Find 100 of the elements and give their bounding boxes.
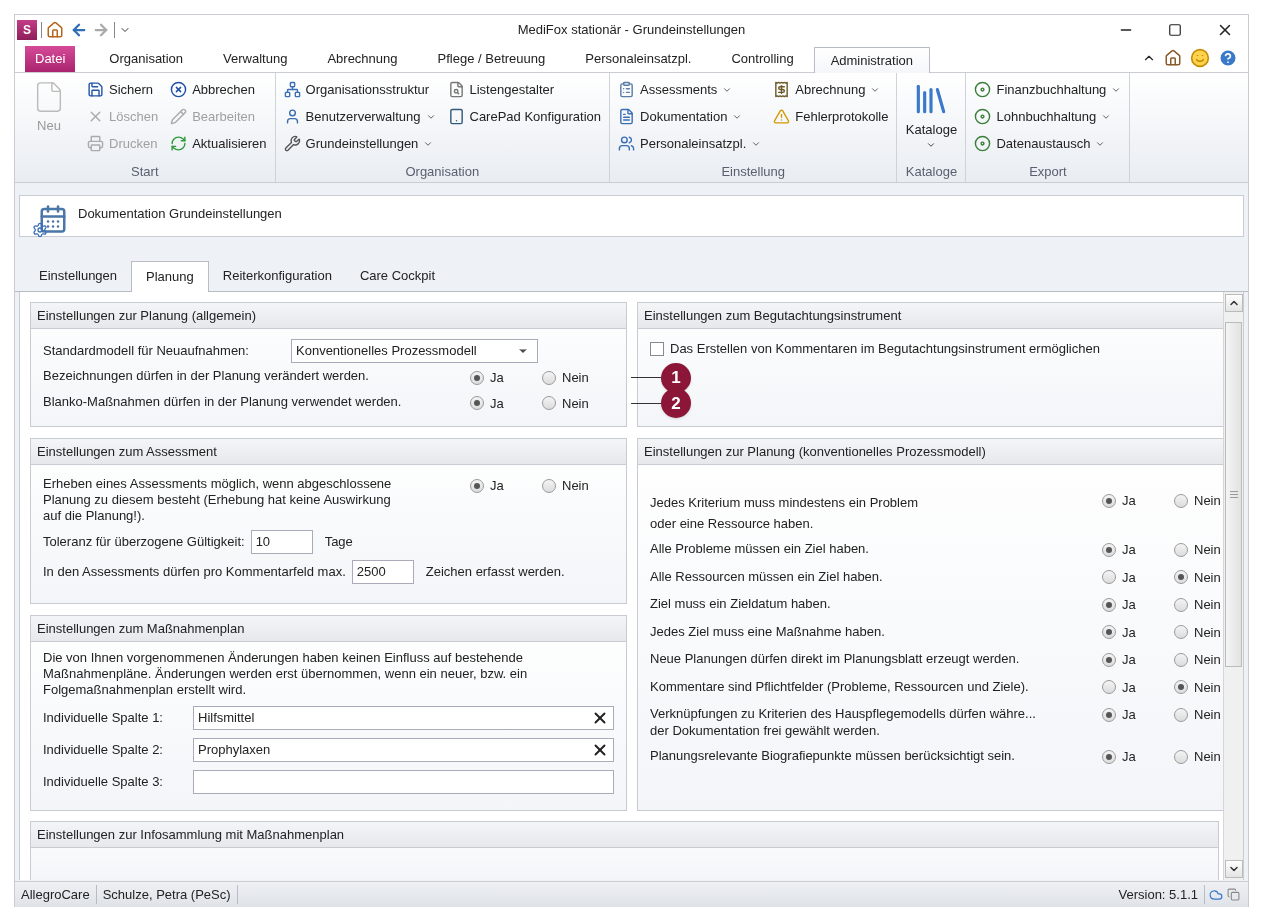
cloud-icon[interactable]: [1209, 887, 1223, 902]
option-label: Ja: [1122, 623, 1136, 642]
home-filter-icon[interactable]: [1164, 49, 1182, 67]
radio-button[interactable]: [1174, 680, 1188, 695]
number-field[interactable]: 10: [250, 530, 313, 554]
radio-button[interactable]: [542, 478, 556, 493]
ribbon-button[interactable]: Finanzbuchhaltung: [972, 76, 1124, 103]
back-icon[interactable]: [70, 21, 88, 39]
option-label: Nein: [562, 394, 589, 413]
ribbon-icon: [170, 135, 188, 152]
field-label: In den Assessments dürfen pro Kommentarfeld max.: [43, 563, 346, 582]
leader-line: [631, 402, 661, 404]
option-label: Ja: [1122, 568, 1136, 587]
radio-button[interactable]: [1102, 680, 1116, 695]
checkbox[interactable]: [650, 342, 664, 356]
radio-button[interactable]: [1102, 625, 1116, 640]
field-label: Toleranz für überzogene Gültigkeit:: [43, 533, 245, 552]
radio-button[interactable]: [470, 478, 484, 493]
ribbon-button[interactable]: Sichern: [85, 76, 161, 103]
radio-button[interactable]: [1102, 542, 1116, 557]
ribbon-tab[interactable]: Organisation: [89, 46, 204, 72]
radio-button[interactable]: [1102, 570, 1116, 585]
text-field[interactable]: Hilfsmittel: [193, 706, 614, 730]
maximize-icon[interactable]: [1168, 23, 1182, 37]
group-label: Kataloge: [904, 163, 959, 181]
ribbon-button[interactable]: Benutzerverwaltung: [281, 103, 438, 130]
smiley-icon[interactable]: [1190, 48, 1210, 68]
home-icon[interactable]: [46, 21, 64, 39]
ribbon-tab[interactable]: Datei: [25, 46, 76, 72]
ribbon-icon: [773, 108, 791, 125]
radio-button[interactable]: [1174, 749, 1188, 764]
ribbon-button[interactable]: Organisationsstruktur: [281, 76, 438, 103]
ribbon-icon: [283, 81, 301, 98]
tab[interactable]: Care Cockpit: [345, 261, 450, 291]
tab[interactable]: Reiterkonfiguration: [208, 261, 346, 291]
setting-label: Alle Probleme müssen ein Ziel haben.: [650, 540, 870, 557]
field-label: Individuelle Spalte 2:: [43, 741, 164, 760]
option-label: Ja: [1122, 651, 1136, 669]
field-label: Individuelle Spalte 1:: [43, 709, 164, 728]
ribbon-tab[interactable]: Pflege / Betreuung: [417, 46, 566, 72]
radio-button[interactable]: [1102, 749, 1116, 764]
option-label: Nein: [1194, 492, 1221, 510]
radio-button[interactable]: [1174, 652, 1188, 667]
panel-header: Einstellungen zum Maßnahmenplan: [31, 616, 626, 642]
ribbon-button[interactable]: Lohnbuchhaltung: [972, 103, 1124, 130]
radio-button[interactable]: [1102, 652, 1116, 667]
setting-label: Jedes Ziel muss eine Maßnahme haben.: [650, 622, 886, 640]
radio-button[interactable]: [1174, 597, 1188, 612]
ribbon-large-button[interactable]: Kataloge: [903, 76, 960, 162]
tab[interactable]: Einstellungen: [25, 261, 132, 291]
ribbon-button[interactable]: Dokumentation: [616, 103, 764, 130]
radio-button[interactable]: [1174, 570, 1188, 585]
option-label: Ja: [1122, 596, 1136, 614]
radio-button[interactable]: [1174, 707, 1188, 722]
radio-button[interactable]: [1102, 597, 1116, 612]
text-field[interactable]: [193, 770, 614, 794]
ribbon-button[interactable]: Assessments: [616, 76, 764, 103]
ribbon-button[interactable]: Abbrechen: [168, 76, 269, 103]
settings-document-icon: [32, 204, 68, 238]
radio-button[interactable]: [1102, 493, 1116, 508]
setting-label: Bezeichnungen dürfen in der Planung verändert werden.: [43, 368, 370, 384]
ribbon-icon: [170, 108, 188, 125]
radio-button[interactable]: [1174, 493, 1188, 508]
option-label: Ja: [490, 394, 504, 413]
ribbon-tab[interactable]: Administration: [813, 47, 930, 73]
ribbon-button[interactable]: Abrechnung: [771, 76, 891, 103]
help-icon[interactable]: [1218, 48, 1238, 68]
vertical-scrollbar[interactable]: [1223, 292, 1243, 880]
scroll-up-button[interactable]: [1224, 294, 1243, 312]
tab[interactable]: Planung: [131, 261, 209, 292]
ribbon-button[interactable]: Grundeinstellungen: [281, 130, 438, 157]
ribbon-button[interactable]: Aktualisieren: [168, 130, 269, 157]
radio-button[interactable]: [470, 370, 484, 385]
radio-button[interactable]: [1102, 707, 1116, 722]
radio-button[interactable]: [470, 396, 484, 411]
ribbon-button[interactable]: Listengestalter: [445, 76, 604, 103]
windows-icon[interactable]: [1227, 888, 1240, 901]
panel-header: Einstellungen zum Assessment: [31, 439, 626, 465]
info-text: Die von Ihnen vorgenommenen Änderungen haben keinen Einfluss auf bestehende Maßnahmenpläne. Änderungen werden erst übernommen, wenn ein neuer, bzw. ein Folgemaßnahmenplan erstellt wird.: [43, 650, 529, 699]
scroll-down-button[interactable]: [1224, 860, 1243, 878]
ribbon-icon: [283, 135, 301, 152]
ribbon-button[interactable]: Personaleinsatzpl.: [616, 130, 764, 157]
text-field[interactable]: Prophylaxen: [193, 738, 614, 762]
number-field[interactable]: 2500: [351, 560, 414, 584]
radio-button[interactable]: [542, 396, 556, 411]
radio-button[interactable]: [1174, 625, 1188, 640]
setting-label: Verknüpfungen zu Kriterien des Hauspflegemodells dürfen währe...: [650, 705, 1037, 722]
ribbon-tab[interactable]: Abrechnung: [307, 46, 418, 72]
ribbon-tab[interactable]: Personaleinsatzpl.: [565, 46, 712, 72]
ribbon-button[interactable]: Datenaustausch: [972, 130, 1124, 157]
ribbon-button[interactable]: CarePad Konfiguration: [445, 103, 604, 130]
forward-icon[interactable]: [92, 21, 110, 39]
scroll-thumb[interactable]: [1225, 322, 1242, 667]
model-select[interactable]: Konventionelles Prozessmodell: [291, 339, 538, 363]
option-label: Nein: [1194, 568, 1221, 587]
ribbon-button[interactable]: Fehlerprotokolle: [771, 103, 891, 130]
ribbon-tab[interactable]: Controlling: [711, 46, 814, 72]
radio-button[interactable]: [1174, 542, 1188, 557]
ribbon-tab[interactable]: Verwaltung: [203, 46, 308, 72]
radio-button[interactable]: [542, 370, 556, 385]
